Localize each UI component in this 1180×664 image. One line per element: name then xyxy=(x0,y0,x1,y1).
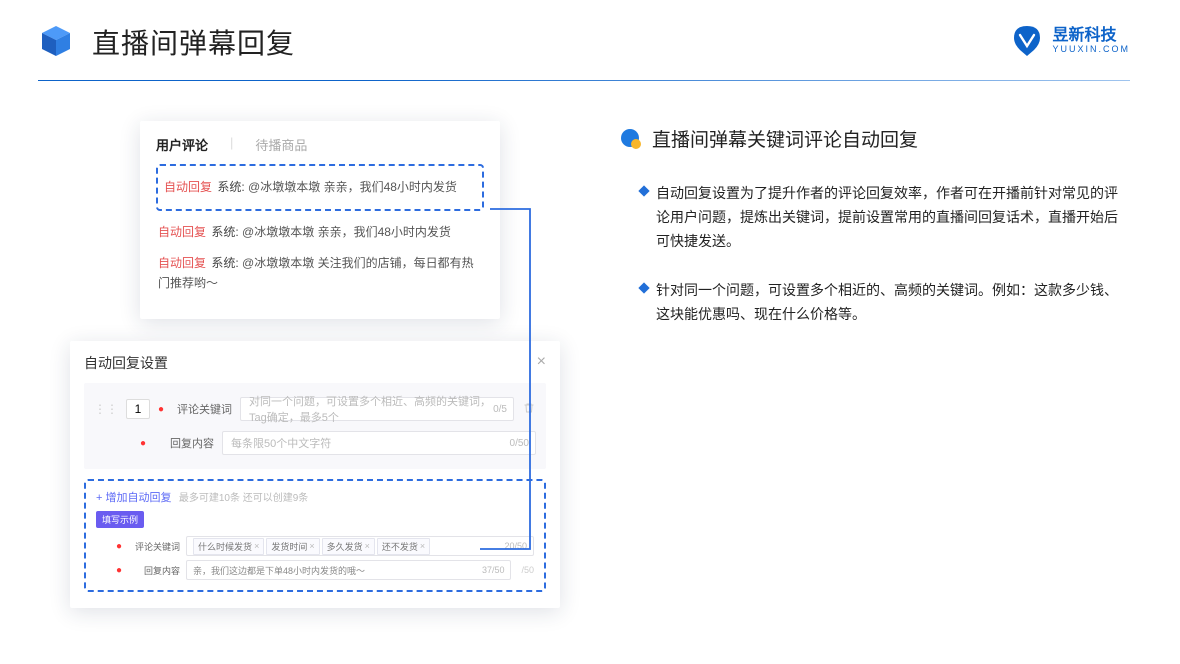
auto-reply-tag: 自动回复 xyxy=(158,225,206,239)
rule-index: 1 xyxy=(126,399,150,419)
chip-remove-icon[interactable]: × xyxy=(420,541,425,551)
comment-row: 自动回复 系统: @冰墩墩本墩 亲亲，我们48小时内发货 xyxy=(156,217,484,248)
auto-reply-tag: 自动回复 xyxy=(164,180,212,194)
reply-input[interactable]: 每条限50个中文字符 0/50 xyxy=(222,431,536,455)
required-dot: ● xyxy=(140,438,146,449)
example-keyword-counter: 20/50 xyxy=(504,541,527,551)
example-reply-counter: 37/50 xyxy=(482,565,505,575)
comment-row: 自动回复 系统: @冰墩墩本墩 关注我们的店铺，每日都有热门推荐哟～ xyxy=(156,248,484,298)
reply-counter: 0/50 xyxy=(510,438,529,449)
tab-user-comments[interactable]: 用户评论 xyxy=(156,135,208,154)
tab-separator: | xyxy=(230,135,233,154)
reply-placeholder: 每条限50个中文字符 xyxy=(231,435,331,451)
brand-logo: 昱新科技 YUUXIN.COM xyxy=(1010,24,1130,58)
required-dot: ● xyxy=(116,565,122,576)
tab-pending-goods[interactable]: 待播商品 xyxy=(255,135,307,154)
bullet-text: 针对同一个问题，可设置多个相近的、高频的关键词。例如：这款多少钱、这块能优惠吗、… xyxy=(656,279,1130,327)
example-keyword-input[interactable]: 什么时候发货× 发货时间× 多久发货× 还不发货× 20/50 xyxy=(186,536,534,556)
required-dot: ● xyxy=(158,404,164,415)
brand-icon xyxy=(1010,24,1044,58)
example-section: + 增加自动回复 最多可建10条 还可以创建9条 填写示例 ● 评论关键词 什么… xyxy=(84,479,546,592)
section-bullet-icon xyxy=(620,128,642,150)
example-reply-text: 亲，我们这边都是下单48小时内发货的哦～ xyxy=(193,564,365,577)
comments-panel: 用户评论 | 待播商品 自动回复 系统: @冰墩墩本墩 亲亲，我们48小时内发货… xyxy=(140,121,500,319)
keyword-chip[interactable]: 多久发货× xyxy=(322,538,375,555)
add-hint: 最多可建10条 还可以创建9条 xyxy=(179,493,308,504)
system-label: 系统: xyxy=(211,256,238,270)
add-auto-reply-link[interactable]: + 增加自动回复 xyxy=(96,492,171,504)
required-dot: ● xyxy=(116,541,122,552)
diamond-bullet-icon xyxy=(638,283,649,294)
example-reply-input[interactable]: 亲，我们这边都是下单48小时内发货的哦～ 37/50 xyxy=(186,560,511,580)
keyword-label: 评论关键词 xyxy=(174,401,232,417)
diamond-bullet-icon xyxy=(638,185,649,196)
keyword-placeholder: 对同一个问题，可设置多个相近、高频的关键词，Tag确定，最多5个 xyxy=(249,393,505,425)
delete-icon[interactable] xyxy=(522,402,536,417)
reply-label: 回复内容 xyxy=(156,435,214,451)
chip-remove-icon[interactable]: × xyxy=(254,541,259,551)
logo-cube-icon xyxy=(38,24,74,60)
bullet-text: 自动回复设置为了提升作者的评论回复效率，作者可在开播前针对常见的评论用户问题，提… xyxy=(656,182,1130,253)
keyword-input[interactable]: 对同一个问题，可设置多个相近、高频的关键词，Tag确定，最多5个 0/5 xyxy=(240,397,514,421)
system-label: 系统: xyxy=(211,225,238,239)
outer-counter: /50 xyxy=(517,565,534,575)
chip-remove-icon[interactable]: × xyxy=(309,541,314,551)
keyword-chip[interactable]: 什么时候发货× xyxy=(193,538,264,555)
keyword-counter: 0/5 xyxy=(493,404,507,415)
example-badge: 填写示例 xyxy=(96,511,144,528)
chip-remove-icon[interactable]: × xyxy=(365,541,370,551)
keyword-chip[interactable]: 还不发货× xyxy=(377,538,430,555)
close-icon[interactable]: × xyxy=(537,353,546,373)
system-label: 系统: xyxy=(217,180,244,194)
drag-handle-icon[interactable]: ⋮⋮ xyxy=(94,402,118,416)
section-title: 直播间弹幕关键词评论自动回复 xyxy=(652,125,918,152)
example-reply-label: 回复内容 xyxy=(130,564,180,577)
keyword-chip[interactable]: 发货时间× xyxy=(266,538,319,555)
brand-name-en: YUUXIN.COM xyxy=(1052,45,1130,55)
auto-reply-tag: 自动回复 xyxy=(158,256,206,270)
modal-title: 自动回复设置 xyxy=(84,353,168,373)
example-keyword-label: 评论关键词 xyxy=(130,540,180,553)
comment-body: @冰墩墩本墩 亲亲，我们48小时内发货 xyxy=(248,180,457,194)
comment-body: @冰墩墩本墩 亲亲，我们48小时内发货 xyxy=(242,225,451,239)
highlighted-comment: 自动回复 系统: @冰墩墩本墩 亲亲，我们48小时内发货 xyxy=(156,164,484,211)
page-title: 直播间弹幕回复 xyxy=(92,22,295,62)
auto-reply-settings-modal: 自动回复设置 × ⋮⋮ 1 ● 评论关键词 对同一个问题，可设置多个相近、高频的… xyxy=(70,341,560,608)
brand-name-cn: 昱新科技 xyxy=(1052,27,1130,45)
